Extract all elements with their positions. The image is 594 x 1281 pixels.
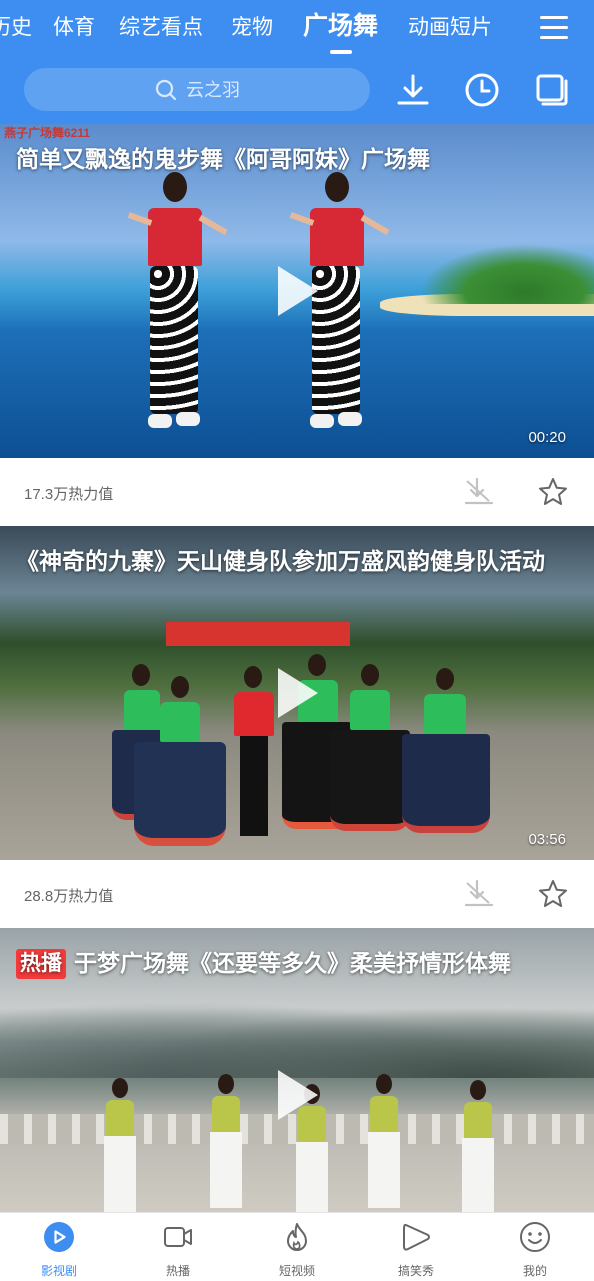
play-bubble-icon	[403, 1223, 430, 1251]
star-favorite-icon[interactable]	[537, 878, 569, 910]
video-thumbnail[interactable]: 热播 于梦广场舞《还要等多久》柔美抒情形体舞	[0, 928, 594, 1212]
dancer-figure	[456, 1080, 500, 1212]
video-thumbnail[interactable]: 《神奇的九寨》天山健身队参加万盛风韵健身队活动 03:56	[0, 526, 594, 860]
top-header: 历史 体育 综艺看点 宠物 广场舞 动画短片 云之羽	[0, 0, 594, 124]
video-duration: 00:20	[528, 429, 566, 446]
nav-label: 我的	[522, 1264, 547, 1278]
video-title[interactable]: 《神奇的九寨》天山健身队参加万盛风韵健身队活动	[16, 542, 566, 580]
play-circle-icon	[44, 1222, 74, 1252]
menu-icon[interactable]	[540, 16, 568, 40]
dancer-figure	[330, 664, 410, 844]
nav-item-movies[interactable]: 影视剧	[0, 1213, 118, 1281]
star-favorite-icon[interactable]	[537, 476, 569, 508]
video-card[interactable]: 燕子广场舞6211 简单又飘逸的鬼步舞《阿哥阿妹》广场舞 00:20 17.3万…	[0, 124, 594, 526]
flame-icon	[287, 1223, 307, 1251]
dancer-figure	[402, 668, 490, 844]
active-tab-indicator	[330, 50, 352, 54]
video-camera-icon	[164, 1227, 192, 1247]
nav-item-funny[interactable]: 搞笑秀	[357, 1213, 475, 1281]
video-duration: 03:56	[528, 831, 566, 848]
nav-item-hot[interactable]: 热播	[119, 1213, 237, 1281]
tab-pets[interactable]: 宠物	[231, 14, 273, 42]
dancer-figure	[222, 666, 286, 846]
category-tabs: 历史 体育 综艺看点 宠物 广场舞 动画短片	[0, 0, 520, 56]
search-placeholder: 云之羽	[186, 80, 240, 100]
nav-item-short-video[interactable]: 短视频	[238, 1213, 356, 1281]
tab-animation[interactable]: 动画短片	[408, 14, 492, 42]
smiley-icon	[520, 1222, 550, 1252]
nav-label: 搞笑秀	[397, 1264, 434, 1278]
watermark: 燕子广场舞6211	[4, 126, 91, 140]
play-icon[interactable]	[278, 1070, 318, 1120]
video-card[interactable]: 《神奇的九寨》天山健身队参加万盛风韵健身队活动 03:56 28.8万热力值	[0, 526, 594, 928]
banner	[166, 622, 350, 646]
tab-history[interactable]: 历史	[0, 14, 32, 42]
bottom-navigation: 影视剧 热播 短视频 搞笑秀 我的	[0, 1212, 594, 1281]
dancer-figure	[362, 1074, 406, 1208]
dancer-figure	[98, 1078, 142, 1212]
multi-window-icon[interactable]	[534, 72, 570, 108]
hot-badge: 热播	[16, 949, 66, 979]
tab-variety[interactable]: 综艺看点	[119, 14, 203, 42]
download-icon[interactable]	[463, 878, 495, 910]
heat-value: 17.3万热力值	[24, 486, 114, 503]
play-icon[interactable]	[278, 266, 318, 316]
dancer-figure	[204, 1074, 248, 1208]
dancer-figure	[127, 172, 228, 442]
video-card[interactable]: 热播 于梦广场舞《还要等多久》柔美抒情形体舞	[0, 928, 594, 1212]
video-title[interactable]: 简单又飘逸的鬼步舞《阿哥阿妹》广场舞	[16, 140, 566, 178]
video-feed: 燕子广场舞6211 简单又飘逸的鬼步舞《阿哥阿妹》广场舞 00:20 17.3万…	[0, 124, 594, 1212]
download-icon[interactable]	[463, 476, 495, 508]
dancer-figure	[134, 676, 226, 852]
download-icon[interactable]	[395, 72, 431, 108]
history-clock-icon[interactable]	[464, 72, 500, 108]
video-title[interactable]: 热播 于梦广场舞《还要等多久》柔美抒情形体舞	[16, 944, 566, 982]
video-thumbnail[interactable]: 燕子广场舞6211 简单又飘逸的鬼步舞《阿哥阿妹》广场舞 00:20	[0, 124, 594, 458]
video-title-text: 于梦广场舞《还要等多久》柔美抒情形体舞	[74, 950, 511, 976]
heat-value: 28.8万热力值	[24, 888, 114, 905]
nav-label: 热播	[165, 1264, 190, 1278]
search-bar[interactable]: 云之羽	[24, 68, 370, 111]
nav-item-mine[interactable]: 我的	[476, 1213, 594, 1281]
search-icon	[155, 79, 177, 101]
tab-sports[interactable]: 体育	[53, 14, 95, 42]
tab-square-dance[interactable]: 广场舞	[303, 12, 378, 40]
nav-label: 短视频	[278, 1264, 315, 1278]
nav-label: 影视剧	[40, 1264, 77, 1278]
play-icon[interactable]	[278, 668, 318, 718]
